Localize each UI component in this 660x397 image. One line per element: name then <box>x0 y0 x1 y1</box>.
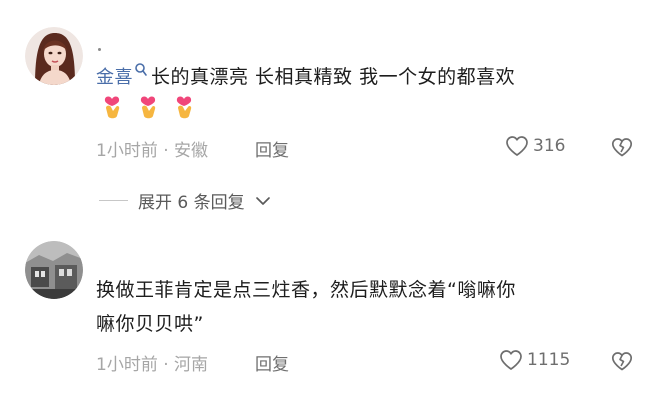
chevron-down-icon <box>255 196 270 205</box>
comment-2-text-line-1: 换做王菲肯定是点三炷香，然后默默念着“嗡嘛你 <box>96 279 516 301</box>
search-icon[interactable] <box>134 62 148 78</box>
heart-icon <box>506 136 528 156</box>
heart-icon <box>500 350 522 370</box>
username[interactable]: 金喜 <box>96 67 133 88</box>
divider <box>99 200 128 201</box>
reply-button[interactable]: 回复 <box>255 350 289 375</box>
like-button[interactable]: 316 <box>505 135 565 157</box>
broken-heart-icon[interactable] <box>611 137 633 157</box>
comment-text: 长的真漂亮 长相真精致 我一个女的都喜欢 <box>151 66 516 88</box>
finger-heart-emoji <box>104 96 120 119</box>
comment-meta: 1小时前 · 河南 <box>96 355 209 375</box>
like-count: 1115 <box>527 350 571 370</box>
like-button[interactable]: 1115 <box>499 349 570 371</box>
comment-thread: 金喜 长的真漂亮 长相真精致 我一个女的都喜欢 1小时前 · 安徽 回复 316 … <box>0 0 660 397</box>
reply-button[interactable]: 回复 <box>255 136 289 161</box>
decorative-dot <box>98 48 101 51</box>
comment-meta: 1小时前 · 安徽 <box>96 141 209 161</box>
broken-heart-icon[interactable] <box>611 351 633 371</box>
expand-replies-button[interactable]: 展开 6 条回复 <box>99 188 271 213</box>
avatar[interactable] <box>25 27 83 85</box>
avatar-image <box>25 241 83 299</box>
finger-heart-emoji <box>176 96 192 119</box>
expand-replies-label: 展开 6 条回复 <box>138 193 245 213</box>
avatar-image <box>25 27 83 85</box>
avatar[interactable] <box>25 241 83 299</box>
comment-1-body: 金喜 长的真漂亮 长相真精致 我一个女的都喜欢 <box>96 62 515 89</box>
like-count: 316 <box>533 136 566 156</box>
comment-2-text-line-2: 嘛你贝贝哄” <box>96 313 204 335</box>
finger-heart-emoji <box>140 96 156 119</box>
emoji-row <box>100 93 197 120</box>
